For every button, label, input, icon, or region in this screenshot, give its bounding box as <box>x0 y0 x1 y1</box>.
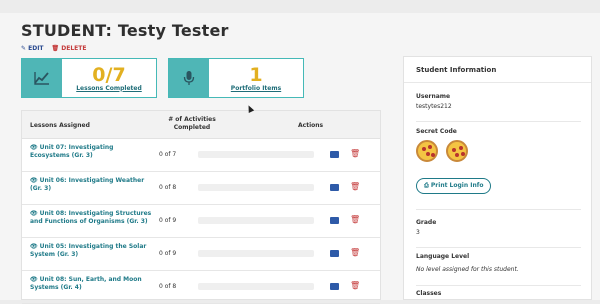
lessons-completed-label: Lessons Completed <box>76 84 142 92</box>
activity-count: 0 of 8 <box>159 184 177 191</box>
username-section: Username testytes212 <box>416 93 581 110</box>
print-login-label: Print Login Info <box>430 182 484 189</box>
progress-bar <box>198 184 314 191</box>
eye-icon: 👁 <box>30 144 38 151</box>
divider <box>416 285 581 286</box>
activity-count: 0 of 8 <box>159 283 177 290</box>
portfolio-items-value: 1 <box>249 63 263 86</box>
trash-icon: 🗑 <box>51 45 60 52</box>
lesson-title: Unit 08: Investigating Structures and Fu… <box>30 210 152 225</box>
lesson-title: Unit 06: Investigating Weather (Gr. 3) <box>30 177 145 192</box>
panel-title: Student Information <box>404 57 591 83</box>
grade-section: Grade 3 <box>416 219 581 236</box>
lesson-link[interactable]: 👁 Unit 07: Investigating Ecosystems (Gr. … <box>30 144 155 160</box>
header-activities: # of Activities Completed <box>168 116 216 131</box>
lessons-table: Lessons Assigned # of Activities Complet… <box>21 110 381 304</box>
portfolio-items-card[interactable]: 1 Portfolio Items <box>168 58 304 98</box>
grade-value: 3 <box>416 229 420 236</box>
lesson-title: Unit 07: Investigating Ecosystems (Gr. 3… <box>30 144 114 159</box>
archive-icon[interactable] <box>330 283 339 290</box>
progress-bar <box>198 217 314 224</box>
progress-bar <box>198 250 314 257</box>
username-value: testytes212 <box>416 103 452 110</box>
pizza-icon <box>446 140 468 162</box>
eye-icon: 👁 <box>30 243 38 250</box>
portfolio-items-link[interactable]: Portfolio Items <box>231 85 281 92</box>
table-header: Lessons Assigned # of Activities Complet… <box>22 111 380 139</box>
divider <box>416 209 581 210</box>
top-bar <box>0 0 600 13</box>
lesson-link[interactable]: 👁 Unit 08: Sun, Earth, and Moon Systems (… <box>30 276 155 292</box>
printer-icon: ⎙ <box>424 182 429 189</box>
classes-section: Classes <box>416 290 581 297</box>
archive-icon[interactable] <box>330 151 339 158</box>
table-row: 👁 Unit 06: Investigating Weather (Gr. 3) 0… <box>22 172 380 205</box>
classes-label: Classes <box>416 290 442 297</box>
activity-count: 0 of 9 <box>159 217 177 224</box>
title-actions: ✎ EDIT 🗑 DELETE <box>21 45 86 52</box>
table-row: 👁 Unit 05: Investigating the Solar System… <box>22 238 380 271</box>
lessons-completed-value: 0/7 <box>92 63 126 86</box>
activity-count: 0 of 7 <box>159 151 177 158</box>
secret-code-label: Secret Code <box>416 128 457 135</box>
trash-icon[interactable]: 🗑 <box>350 248 360 257</box>
table-row: 👁 Unit 08: Investigating Structures and F… <box>22 205 380 238</box>
pencil-icon: ✎ <box>21 45 27 52</box>
trash-icon[interactable]: 🗑 <box>350 215 360 224</box>
language-label: Language Level <box>416 253 470 260</box>
divider <box>416 121 581 122</box>
trash-icon[interactable]: 🗑 <box>350 149 360 158</box>
progress-bar <box>198 283 314 290</box>
header-lessons: Lessons Assigned <box>30 122 90 129</box>
username-label: Username <box>416 93 451 100</box>
edit-link[interactable]: ✎ EDIT <box>21 45 44 52</box>
archive-icon[interactable] <box>330 184 339 191</box>
lesson-title: Unit 05: Investigating the Solar System … <box>30 243 147 258</box>
progress-bar <box>198 151 314 158</box>
language-section: Language Level No level assigned for thi… <box>416 253 581 273</box>
activity-count: 0 of 9 <box>159 250 177 257</box>
archive-icon[interactable] <box>330 250 339 257</box>
trash-icon[interactable]: 🗑 <box>350 281 360 290</box>
divider <box>416 247 581 248</box>
lessons-completed-card: 0/7 Lessons Completed <box>21 58 157 98</box>
archive-icon[interactable] <box>330 217 339 224</box>
microphone-icon <box>169 59 209 97</box>
chart-line-icon <box>22 59 62 97</box>
eye-icon: 👁 <box>30 276 38 283</box>
print-login-button[interactable]: ⎙ Print Login Info <box>416 178 492 194</box>
delete-label: DELETE <box>61 45 87 52</box>
table-row: 👁 Unit 07: Investigating Ecosystems (Gr. … <box>22 139 380 172</box>
eye-icon: 👁 <box>30 210 38 217</box>
lesson-link[interactable]: 👁 Unit 06: Investigating Weather (Gr. 3) <box>30 177 155 193</box>
page-title: STUDENT: Testy Tester <box>21 21 229 40</box>
pizza-icon <box>416 140 438 162</box>
table-row: 👁 Unit 08: Sun, Earth, and Moon Systems (… <box>22 271 380 304</box>
edit-label: EDIT <box>28 45 44 52</box>
grade-label: Grade <box>416 219 437 226</box>
student-info-panel: Student Information Username testytes212… <box>403 56 592 300</box>
delete-link[interactable]: 🗑 DELETE <box>52 45 87 52</box>
language-value: No level assigned for this student. <box>416 266 519 273</box>
eye-icon: 👁 <box>30 177 38 184</box>
trash-icon[interactable]: 🗑 <box>350 182 360 191</box>
lesson-title: Unit 08: Sun, Earth, and Moon Systems (G… <box>30 276 142 291</box>
lesson-link[interactable]: 👁 Unit 08: Investigating Structures and F… <box>30 210 155 226</box>
student-page: STUDENT: Testy Tester ✎ EDIT 🗑 DELETE 0/… <box>0 13 600 304</box>
header-actions: Actions <box>298 122 324 129</box>
secret-code-section: Secret Code ⎙ Print Login Info <box>416 128 581 194</box>
lesson-link[interactable]: 👁 Unit 05: Investigating the Solar System… <box>30 243 155 259</box>
